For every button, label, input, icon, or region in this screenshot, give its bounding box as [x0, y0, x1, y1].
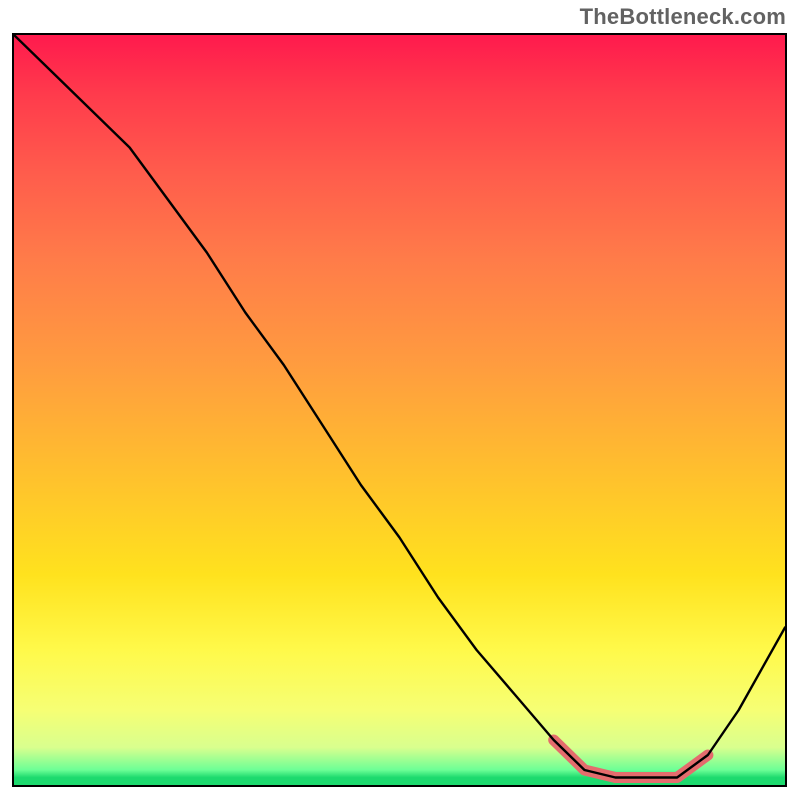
bottleneck-curve-line	[14, 35, 785, 778]
watermark-text: TheBottleneck.com	[580, 4, 786, 30]
plot-area	[12, 33, 787, 787]
curve-layer	[14, 35, 785, 785]
chart-container: TheBottleneck.com	[0, 0, 800, 800]
